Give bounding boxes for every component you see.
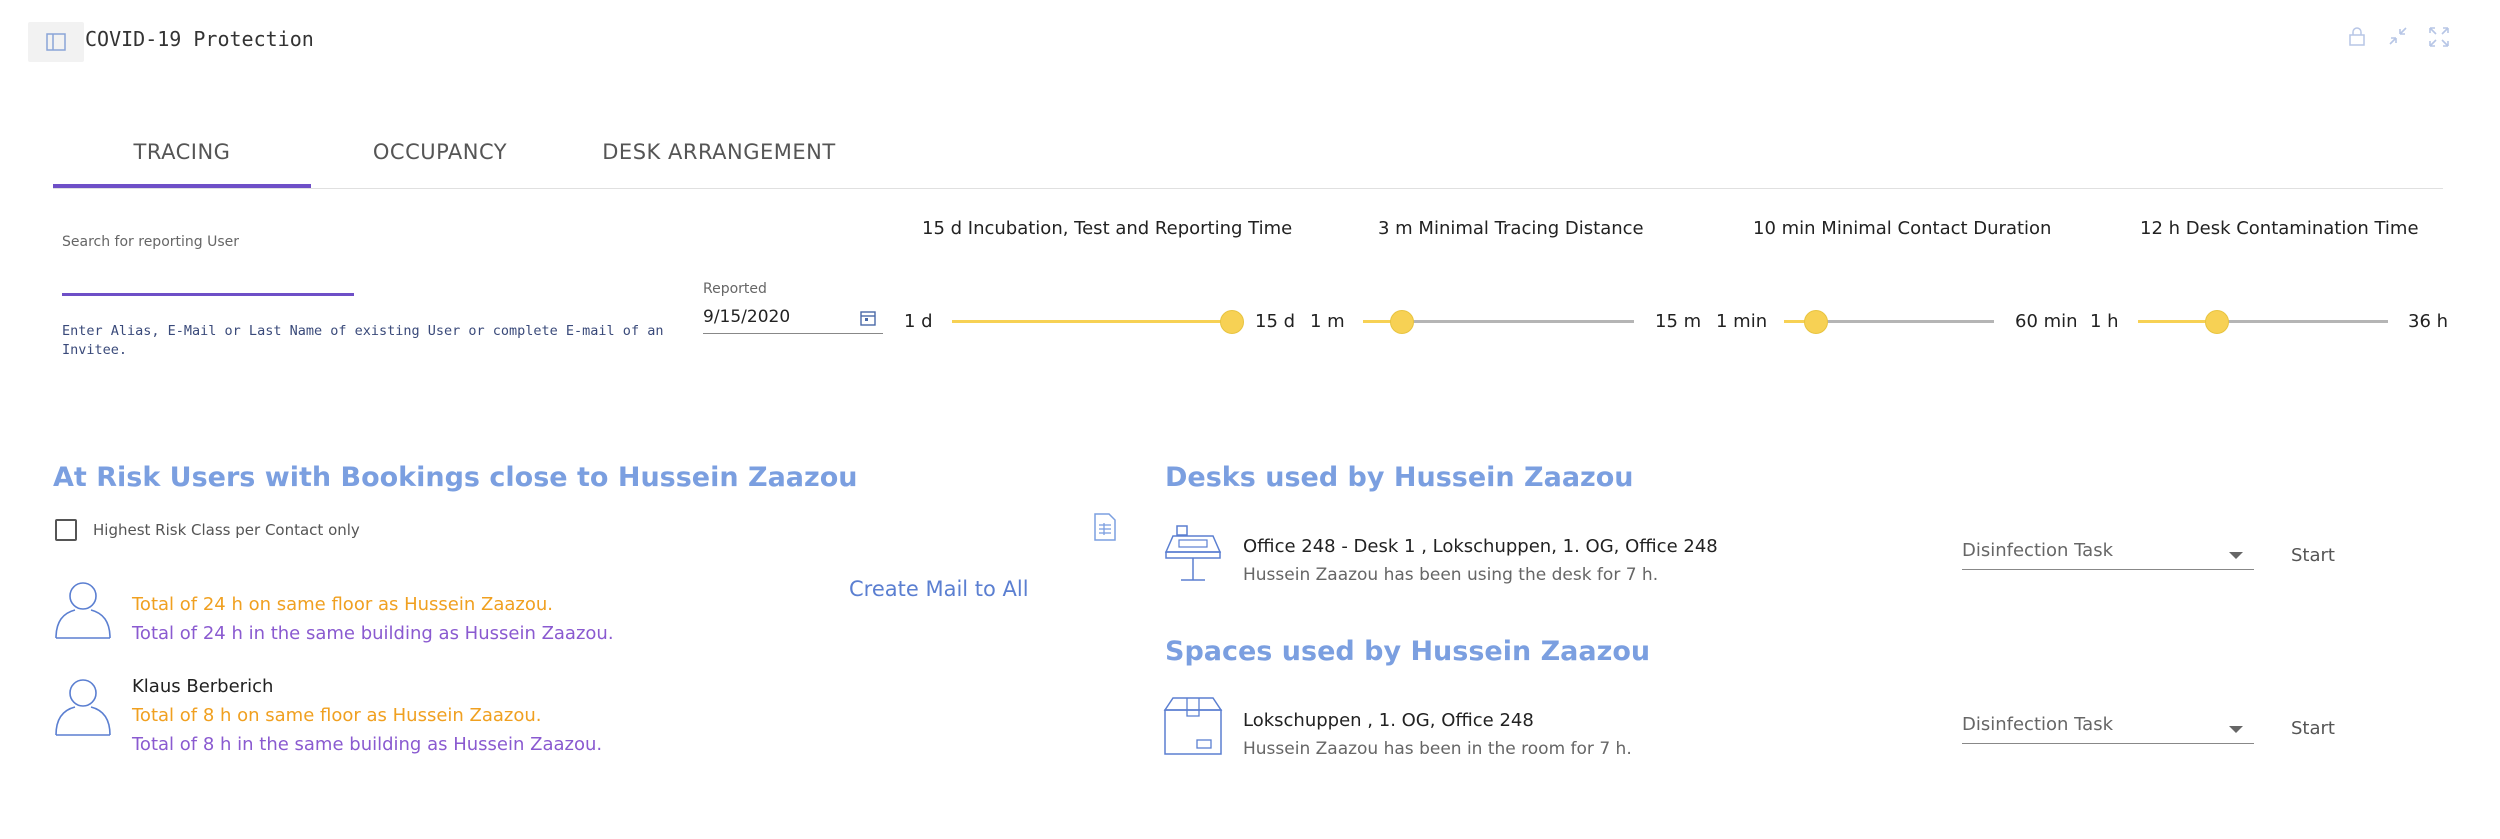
slider-distance-min: 1 m — [1310, 311, 1345, 332]
at-risk-title: At Risk Users with Bookings close to Hus… — [53, 462, 858, 493]
slider-incubation-max: 15 d — [1255, 311, 1296, 332]
slider-contamination-title: 12 h Desk Contamination Time — [2140, 218, 2419, 239]
slider-duration-min: 1 min — [1716, 311, 1768, 332]
room-box-icon — [1163, 696, 1223, 762]
sidebar-toggle-button[interactable] — [28, 22, 84, 62]
highest-risk-checkbox[interactable] — [55, 519, 77, 541]
tab-divider — [53, 188, 2443, 189]
slider-contamination-knob[interactable] — [2204, 310, 2229, 334]
tab-tracing[interactable]: TRACING — [53, 132, 311, 188]
slider-contamination-max: 36 h — [2408, 311, 2449, 332]
search-input[interactable] — [62, 255, 358, 293]
slider-distance-knob[interactable] — [1389, 310, 1414, 334]
slider-incubation-min: 1 d — [904, 311, 933, 332]
user-name: Klaus Berberich — [132, 676, 274, 697]
sidebar-icon — [46, 33, 66, 51]
chevron-down-icon[interactable] — [2228, 720, 2244, 739]
desk-item-title: Office 248 - Desk 1 , Lokschuppen, 1. OG… — [1243, 536, 1718, 557]
space-item-title: Lokschuppen , 1. OG, Office 248 — [1243, 710, 1534, 731]
slider-incubation-fill — [952, 320, 1232, 323]
tab-active-indicator — [53, 184, 311, 188]
reported-label: Reported — [703, 281, 767, 297]
slider-contamination-min: 1 h — [2090, 311, 2119, 332]
slider-distance-title: 3 m Minimal Tracing Distance — [1378, 218, 1644, 239]
window-controls — [2348, 26, 2478, 56]
export-document-icon[interactable] — [1093, 513, 1117, 545]
user-avatar-icon — [53, 675, 113, 741]
lock-icon[interactable] — [2348, 26, 2366, 50]
space-item-subtitle: Hussein Zaazou has been in the room for … — [1243, 739, 1632, 759]
reported-date-underline — [703, 333, 883, 334]
highest-risk-label: Highest Risk Class per Contact only — [93, 521, 360, 539]
app-title: COVID-19 Protection — [85, 27, 314, 51]
slider-incubation-title: 15 d Incubation, Test and Reporting Time — [922, 218, 1293, 239]
user-floor-exposure: Total of 8 h on same floor as Hussein Za… — [132, 705, 542, 726]
calendar-icon[interactable] — [860, 310, 876, 330]
desk-start-button[interactable]: Start — [2291, 545, 2335, 566]
desk-item-subtitle: Hussein Zaazou has been using the desk f… — [1243, 565, 1659, 585]
user-avatar-icon — [53, 578, 113, 644]
desks-title: Desks used by Hussein Zaazou — [1165, 462, 1634, 493]
search-underline — [62, 293, 354, 296]
chevron-down-icon[interactable] — [2228, 546, 2244, 565]
slider-duration-max: 60 min — [2015, 311, 2078, 332]
space-task-underline — [1962, 743, 2254, 744]
slider-incubation-knob[interactable] — [1220, 310, 1244, 334]
slider-duration-title: 10 min Minimal Contact Duration — [1753, 218, 2052, 239]
tab-occupancy[interactable]: OCCUPANCY — [311, 132, 569, 188]
slider-duration-knob[interactable] — [1804, 310, 1829, 334]
slider-distance-max: 15 m — [1655, 311, 1702, 332]
reported-date-input[interactable]: 9/15/2020 — [703, 307, 790, 327]
space-start-button[interactable]: Start — [2291, 718, 2335, 739]
desk-icon — [1163, 522, 1223, 588]
create-mail-all-button[interactable]: Create Mail to All — [849, 577, 1029, 601]
desk-task-select[interactable]: Disinfection Task — [1962, 540, 2113, 561]
space-task-select[interactable]: Disinfection Task — [1962, 714, 2113, 735]
expand-icon[interactable] — [2428, 26, 2450, 52]
search-label: Search for reporting User — [62, 234, 240, 250]
user-floor-exposure: Total of 24 h on same floor as Hussein Z… — [132, 594, 553, 615]
tab-desk-arrangement[interactable]: DESK ARRANGEMENT — [569, 132, 869, 188]
user-building-exposure: Total of 24 h in the same building as Hu… — [132, 623, 614, 644]
collapse-icon[interactable] — [2388, 26, 2408, 50]
desk-task-underline — [1962, 569, 2254, 570]
user-building-exposure: Total of 8 h in the same building as Hus… — [132, 734, 603, 755]
search-hint: Enter Alias, E-Mail or Last Name of exis… — [62, 323, 664, 358]
spaces-title: Spaces used by Hussein Zaazou — [1165, 636, 1651, 667]
